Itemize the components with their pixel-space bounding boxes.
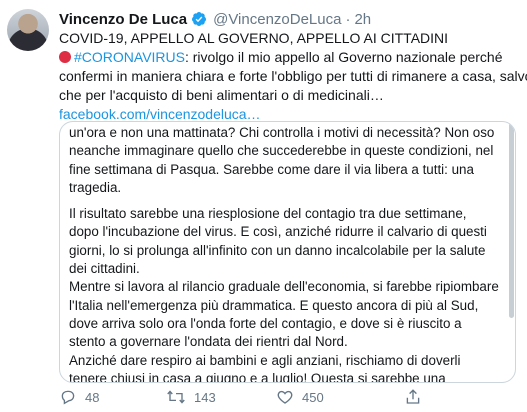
reply-count: 48 bbox=[85, 389, 100, 405]
card-line: tragedia. bbox=[69, 179, 122, 195]
card-line: Anziché dare respiro ai bambini e agli a… bbox=[69, 352, 461, 368]
share-button[interactable] bbox=[404, 388, 430, 406]
tweet-line-2: #CORONAVIRUS: rivolgo il mio appello al … bbox=[59, 48, 519, 67]
share-icon bbox=[406, 389, 420, 404]
retweet-button[interactable]: 143 bbox=[166, 388, 276, 406]
author-avatar[interactable] bbox=[7, 9, 49, 51]
tweet-title: COVID-19, APPELLO AL GOVERNO, APPELLO AI… bbox=[59, 30, 449, 46]
tweet-text: COVID-19, APPELLO AL GOVERNO, APPELLO AI… bbox=[59, 29, 527, 124]
expanded-text-card[interactable]: un'ora e non una mattinata? Chi controll… bbox=[59, 121, 516, 383]
card-text: un'ora e non una mattinata? Chi controll… bbox=[69, 124, 507, 383]
author-handle[interactable]: @VincenzoDeLuca bbox=[213, 11, 341, 28]
heart-icon bbox=[277, 390, 293, 404]
tweet-timestamp[interactable]: 2h bbox=[354, 11, 371, 28]
tweet-line-2-text: : rivolgo il mio appello al Governo nazi… bbox=[184, 49, 503, 65]
card-line: Il risultato sarebbe una riesplosione de… bbox=[69, 206, 467, 222]
card-line: stento a governare l'ondata dei rientri … bbox=[69, 334, 348, 350]
card-line: giorni, lo si prolunga all'infinito con … bbox=[69, 242, 486, 258]
card-line: neanche immaginare quello che succedereb… bbox=[69, 143, 494, 159]
red-circle-icon bbox=[59, 51, 71, 63]
tweet-actions: 48 143 450 bbox=[59, 388, 519, 406]
card-line: un'ora e non una mattinata? Chi controll… bbox=[69, 125, 495, 140]
like-button[interactable]: 450 bbox=[276, 388, 404, 406]
reply-icon bbox=[61, 390, 75, 405]
tweet-line-3: confermi in maniera chiara e forte l'obb… bbox=[59, 68, 527, 84]
reply-button[interactable]: 48 bbox=[59, 388, 131, 406]
tweet-header: Vincenzo De Luca @VincenzoDeLuca · 2h bbox=[59, 9, 517, 29]
card-line: dopo l'incubazione del virus. E così, an… bbox=[69, 224, 487, 240]
separator-dot: · bbox=[345, 10, 351, 28]
card-line: l'Italia nell'emergenza più drammatica. … bbox=[69, 297, 479, 313]
author-name[interactable]: Vincenzo De Luca bbox=[59, 11, 187, 28]
card-line: fine settimana di Pasqua. Sarebbe come d… bbox=[69, 161, 474, 177]
like-count: 450 bbox=[302, 389, 324, 405]
retweet-icon bbox=[167, 390, 185, 404]
card-line: dove arriva solo ora l'onda forte del co… bbox=[69, 315, 462, 331]
card-scrollbar[interactable] bbox=[509, 122, 514, 318]
retweet-count: 143 bbox=[194, 389, 216, 405]
verified-badge-icon bbox=[191, 11, 207, 27]
card-line: Mentre si lavora al rilancio graduale de… bbox=[69, 279, 499, 295]
card-line: tenere chiusi in casa a giugno e a lugli… bbox=[69, 370, 446, 383]
card-line: dei cittadini. bbox=[69, 261, 140, 277]
hashtag-link[interactable]: #CORONAVIRUS bbox=[74, 49, 185, 65]
tweet-line-4: che per l'acquisto di beni alimentari o … bbox=[59, 87, 384, 103]
